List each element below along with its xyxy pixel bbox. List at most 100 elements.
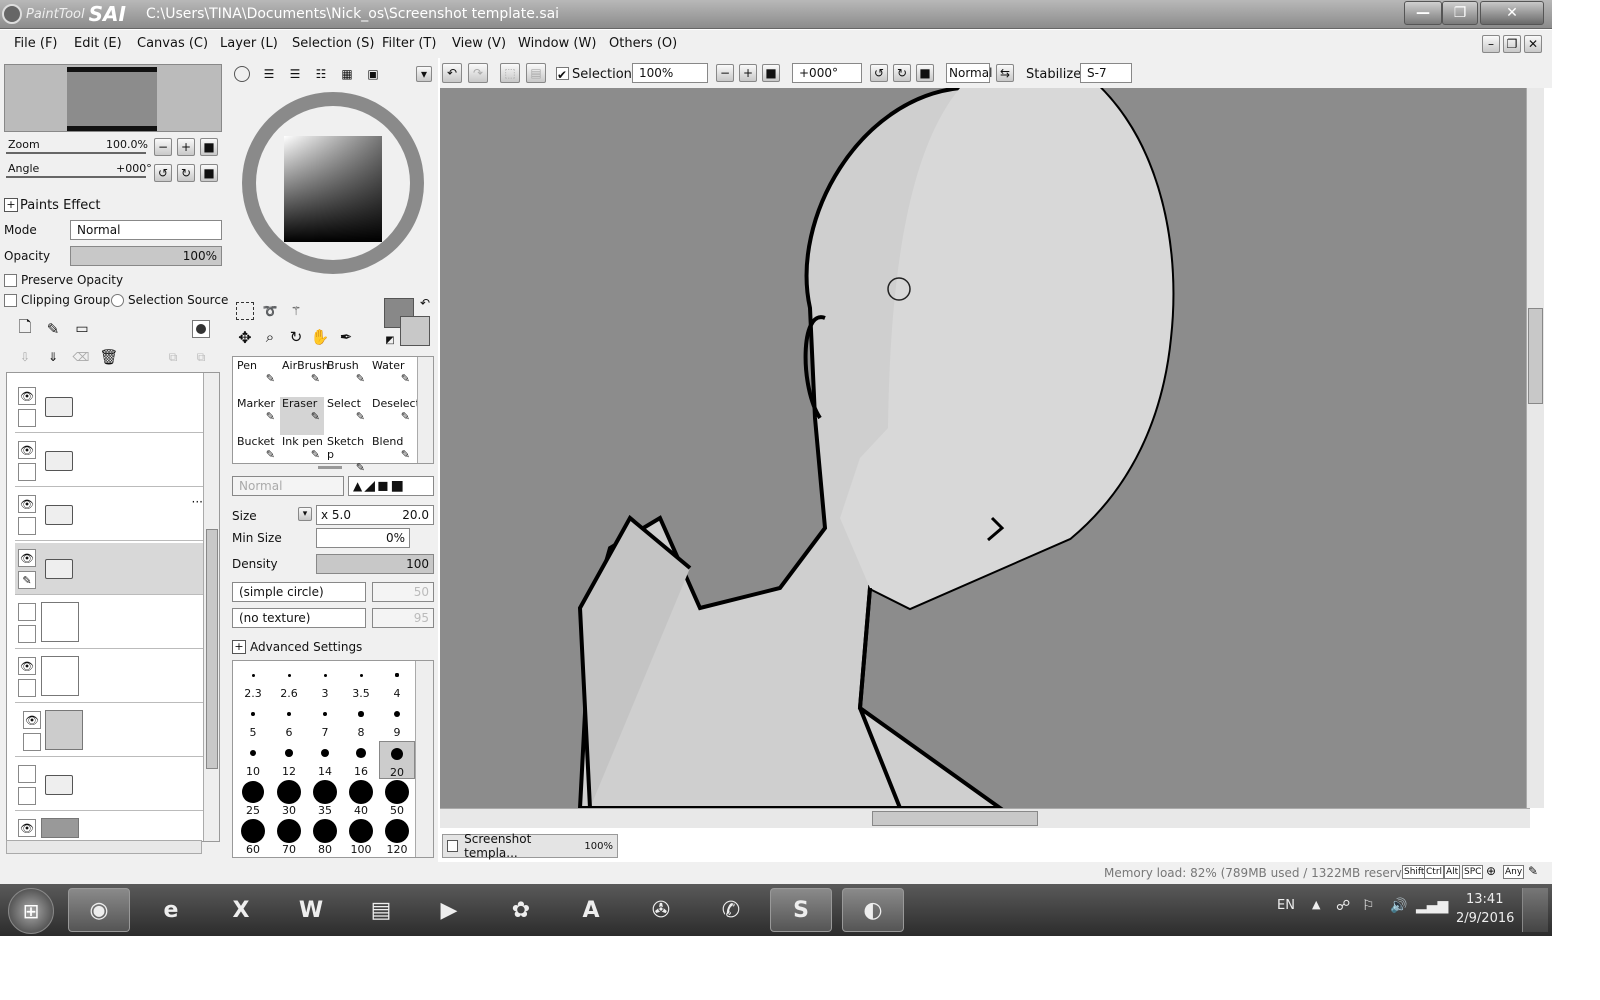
- delete-layer-icon[interactable]: 🗑: [99, 348, 118, 366]
- layer-item[interactable]: 👁: [15, 381, 209, 433]
- eye-toggle[interactable]: [18, 765, 36, 783]
- transfer-down-icon[interactable]: ⇩: [16, 348, 34, 366]
- stabilizer-select[interactable]: S-7: [1080, 63, 1132, 83]
- selection-source-radio[interactable]: [111, 294, 124, 307]
- lock-toggle[interactable]: [23, 733, 41, 751]
- layer-mask-icon[interactable]: [192, 320, 210, 338]
- color-wheel[interactable]: [242, 92, 424, 274]
- rotate-right-button[interactable]: ↻: [177, 164, 195, 182]
- new-linework-layer-icon[interactable]: ✎: [44, 320, 62, 338]
- canvas-vscroll[interactable]: [1526, 88, 1544, 808]
- rgb-slider-tab-icon[interactable]: ☰: [260, 66, 278, 82]
- brush-size-5[interactable]: 5: [235, 702, 271, 740]
- lock-toggle[interactable]: [18, 679, 36, 697]
- start-button[interactable]: ⊞: [8, 888, 54, 934]
- lock-toggle[interactable]: [18, 625, 36, 643]
- copy-layer-icon[interactable]: ⧉: [164, 348, 182, 366]
- eye-icon[interactable]: 👁: [18, 657, 36, 675]
- zoom-in-button[interactable]: +: [177, 138, 195, 156]
- secondary-color-swatch[interactable]: [400, 316, 430, 346]
- invert-selection-icon[interactable]: ▤: [526, 63, 546, 83]
- rotate-tool-icon[interactable]: ↻: [286, 328, 306, 346]
- brush-brush[interactable]: Brush ✎: [325, 359, 369, 397]
- menu-canvas[interactable]: Canvas (C): [137, 36, 208, 51]
- selection-checkbox[interactable]: ✔: [556, 67, 569, 82]
- mdi-minimize-button[interactable]: –: [1482, 35, 1500, 53]
- min-size-slider[interactable]: 0%: [316, 528, 410, 548]
- brush-water[interactable]: Water ✎: [370, 359, 414, 397]
- merge-down-icon[interactable]: ⇓: [44, 348, 62, 366]
- hand-tool-icon[interactable]: ✋: [310, 328, 330, 346]
- deselect-icon[interactable]: ⬚: [500, 63, 520, 83]
- rotate-left-button[interactable]: ↺: [154, 164, 172, 182]
- brush-blend-mode[interactable]: Normal: [232, 476, 344, 496]
- palette-tab-icon[interactable]: ▣: [364, 66, 382, 82]
- brush-size-scrollbar[interactable]: [415, 661, 433, 857]
- clock-date[interactable]: 2/9/2016: [1456, 911, 1514, 926]
- layer-item[interactable]: 👁: [15, 651, 209, 703]
- zoom-tool-icon[interactable]: ⌕: [260, 328, 280, 346]
- brush-size-16[interactable]: 16: [343, 741, 379, 779]
- media-player-taskbar-icon[interactable]: ▶: [418, 888, 480, 932]
- eye-icon[interactable]: 👁: [23, 711, 41, 729]
- eyedropper-icon[interactable]: ✒: [336, 328, 356, 346]
- view-mode[interactable]: Normal: [946, 63, 992, 83]
- brush-size-40[interactable]: 40: [343, 780, 379, 818]
- language-indicator[interactable]: EN: [1277, 898, 1295, 913]
- brush-size-30[interactable]: 30: [271, 780, 307, 818]
- zoom-slider[interactable]: [6, 152, 146, 154]
- brush-size-3.5[interactable]: 3.5: [343, 663, 379, 701]
- swatches-tab-icon[interactable]: ☷: [312, 66, 330, 82]
- zoom-fit-icon[interactable]: ■: [762, 64, 780, 82]
- brush-size-25[interactable]: 25: [235, 780, 271, 818]
- layer-item[interactable]: [15, 597, 209, 649]
- flip-icon[interactable]: ⇆: [996, 64, 1014, 82]
- signal-icon[interactable]: ▂▄▆: [1416, 898, 1448, 914]
- panel-menu-icon[interactable]: ▾: [416, 66, 432, 82]
- brush-size-50[interactable]: 50: [379, 780, 415, 818]
- menu-view[interactable]: View (V): [452, 36, 506, 51]
- layer-item[interactable]: 👁: [15, 705, 209, 757]
- color-square[interactable]: [284, 136, 382, 242]
- lock-toggle[interactable]: [18, 787, 36, 805]
- shape-strength[interactable]: 50: [372, 582, 434, 602]
- size-dropdown-icon[interactable]: ▾: [298, 507, 312, 521]
- angle-slider[interactable]: [6, 176, 146, 178]
- rotate-ccw-icon[interactable]: ↺: [870, 64, 888, 82]
- redo-icon[interactable]: ↷: [468, 63, 488, 83]
- clear-layer-icon[interactable]: ⌫: [72, 348, 90, 366]
- color-wheel-tab-icon[interactable]: [234, 66, 250, 82]
- menu-edit[interactable]: Edit (E): [74, 36, 122, 51]
- lock-toggle[interactable]: [18, 463, 36, 481]
- zoom-out-icon[interactable]: −: [716, 64, 734, 82]
- brush-size-120[interactable]: 120: [379, 819, 415, 857]
- new-folder-icon[interactable]: ▭: [72, 320, 92, 338]
- flag-icon[interactable]: ⚐: [1362, 898, 1375, 914]
- brush-eraser[interactable]: Eraser ✎: [280, 397, 324, 435]
- texture-select[interactable]: (no texture): [232, 608, 366, 628]
- lasso-icon[interactable]: ➰: [260, 302, 280, 320]
- lock-toggle[interactable]: [18, 517, 36, 535]
- brush-size-10[interactable]: 10: [235, 741, 271, 779]
- layer-item[interactable]: 👁: [15, 813, 209, 841]
- brush-blend[interactable]: Blend ✎: [370, 435, 414, 473]
- brush-size-9[interactable]: 9: [379, 702, 415, 740]
- angle-select[interactable]: +000°: [792, 63, 862, 83]
- zoom-select[interactable]: 100%: [632, 63, 708, 83]
- layer-scrollbar[interactable]: [203, 373, 219, 841]
- texture-strength[interactable]: 95: [372, 608, 434, 628]
- mode-select[interactable]: Normal: [70, 220, 222, 240]
- menu-file[interactable]: File (F): [14, 36, 58, 51]
- brush-select[interactable]: Select ✎: [325, 397, 369, 435]
- brush-size-8[interactable]: 8: [343, 702, 379, 740]
- brush-size-100[interactable]: 100: [343, 819, 379, 857]
- mdi-close-button[interactable]: ✕: [1524, 35, 1542, 53]
- brush-size-12[interactable]: 12: [271, 741, 307, 779]
- opacity-slider[interactable]: 100%: [70, 246, 222, 266]
- expand-icon[interactable]: +: [232, 640, 246, 654]
- excel-taskbar-icon[interactable]: X: [210, 888, 272, 932]
- brush-size-70[interactable]: 70: [271, 819, 307, 857]
- menu-layer[interactable]: Layer (L): [220, 36, 278, 51]
- hsv-slider-tab-icon[interactable]: ☰: [286, 66, 304, 82]
- undo-icon[interactable]: ↶: [442, 63, 462, 83]
